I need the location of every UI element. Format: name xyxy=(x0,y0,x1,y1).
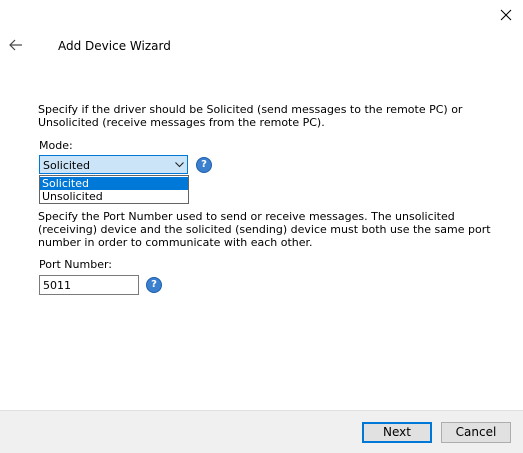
port-number-label: Port Number: xyxy=(39,258,113,271)
wizard-title: Add Device Wizard xyxy=(58,39,171,53)
mode-option-solicited[interactable]: Solicited xyxy=(40,177,188,190)
back-arrow-icon xyxy=(9,39,22,51)
close-icon xyxy=(500,9,512,21)
port-description: Specify the Port Number used to send or … xyxy=(38,210,491,249)
port-help-icon[interactable]: ? xyxy=(146,277,162,293)
mode-select[interactable]: Solicited xyxy=(39,155,188,174)
next-button[interactable]: Next xyxy=(362,422,432,443)
mode-select-value: Solicited xyxy=(43,159,90,172)
footer-bar: Next Cancel xyxy=(0,410,523,453)
port-number-input[interactable] xyxy=(39,275,139,295)
mode-help-icon[interactable]: ? xyxy=(196,157,212,173)
mode-option-unsolicited[interactable]: Unsolicited xyxy=(40,190,188,203)
cancel-button[interactable]: Cancel xyxy=(441,422,511,443)
chevron-down-icon xyxy=(175,162,184,168)
mode-description: Specify if the driver should be Solicite… xyxy=(38,103,463,129)
close-button[interactable] xyxy=(494,4,518,26)
back-button[interactable] xyxy=(6,36,26,54)
mode-dropdown-list: Solicited Unsolicited xyxy=(39,175,189,204)
mode-label: Mode: xyxy=(39,139,73,152)
